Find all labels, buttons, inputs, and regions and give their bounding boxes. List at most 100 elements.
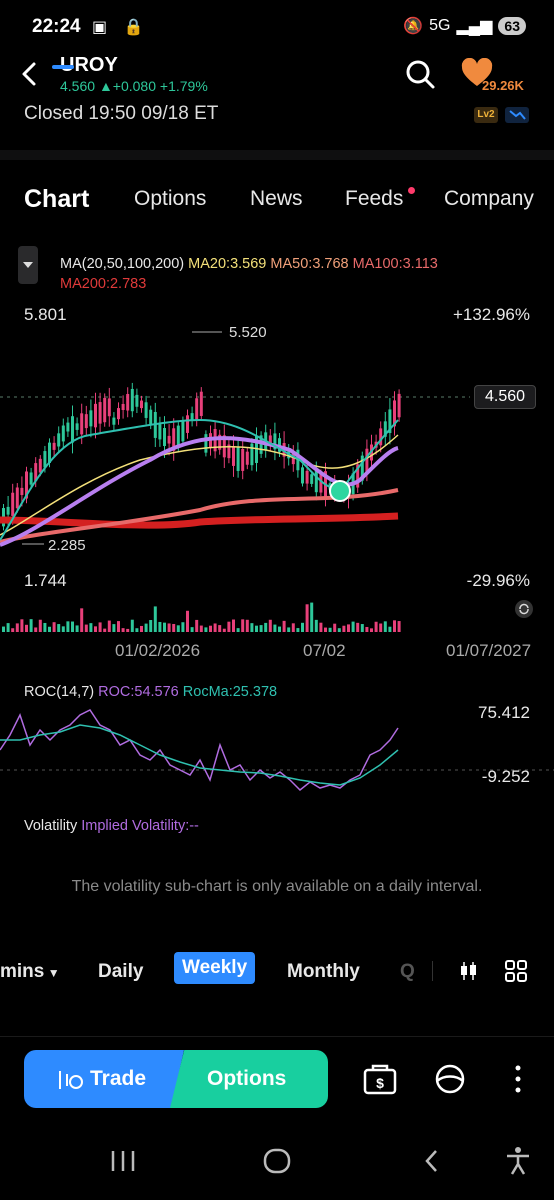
candle [29,472,33,485]
interval-quarterly[interactable]: Q [400,961,415,983]
candle [199,391,203,416]
signal-marker [329,480,351,502]
options-button[interactable]: Options [170,1050,328,1108]
volume-bar [333,623,337,632]
more-vertical-icon[interactable] [510,1062,526,1096]
volume-bar [310,602,314,632]
volume-bar [52,622,56,632]
market-status: Closed 19:50 09/18 ET [24,103,219,124]
candle [310,474,314,484]
volume-bar [29,619,33,632]
volatility-message: The volatility sub-chart is only availab… [71,878,483,895]
ma200-line [0,512,399,529]
candle [57,433,61,447]
tab-news[interactable]: News [250,187,303,211]
rocma-value: RocMa:25.378 [182,684,278,700]
watchlist-button[interactable]: 29.26K [460,57,524,93]
volume-bar [213,623,217,632]
trend-badge-icon[interactable] [505,107,529,123]
candle [89,410,93,427]
candle [84,414,88,429]
divider [0,1036,554,1037]
candle [163,428,166,447]
volume-bar [94,626,97,632]
volume-bar [232,619,235,632]
volume-bar [204,627,208,632]
volume-bar [324,627,327,632]
volume-bar [103,628,107,632]
roc-chart[interactable] [0,700,554,800]
candle [301,467,304,484]
volume-bar [158,621,162,632]
candle [241,448,245,471]
candle [135,394,139,407]
indicator-toggle-button[interactable] [18,246,38,284]
grid-layout-icon[interactable] [504,959,528,983]
interval-daily[interactable]: Daily [98,961,143,983]
volume-bar [209,625,212,632]
level2-badge[interactable]: Lv2 [474,107,498,123]
volume-bar [57,624,61,632]
volume-bar [370,628,373,632]
price-chart[interactable]: 5.520 2.285 [0,320,554,640]
volatility-legend: Volatility Implied Volatility:-- [24,818,199,834]
volume-bar [268,619,272,632]
volume-bar [66,621,70,632]
candle [245,451,249,465]
system-nav-bar [0,1120,554,1200]
volume-bar [388,626,392,632]
tab-options[interactable]: Options [134,187,206,211]
signal-icon: ▂▄▆ [456,18,493,35]
volume-bar [190,627,194,632]
volume-bar [48,626,51,632]
status-right: 🔕 5G ▂▄▆ 63 [403,16,526,36]
planet-icon[interactable] [432,1062,468,1096]
volume-bars [2,602,401,632]
volume-bar [305,604,309,632]
candle [71,416,74,443]
tab-chart[interactable]: Chart [24,185,89,214]
volume-bar [264,622,268,632]
home-icon[interactable] [262,1148,292,1174]
tab-company[interactable]: Company [444,187,534,211]
volume-bar [287,627,291,632]
date-label-1: 01/02/2026 [115,641,201,660]
back-icon[interactable] [16,60,44,88]
nav-back-icon[interactable] [420,1148,444,1174]
tab-feeds[interactable]: Feeds [345,187,403,211]
candle [130,388,134,412]
volume-bar [393,620,396,632]
volume-bar [107,620,111,632]
volume-bar [241,619,245,632]
interval-weekly[interactable]: Weekly [174,952,256,984]
reset-zoom-icon[interactable] [514,599,534,619]
volume-bar [342,625,346,632]
wallet-dollar-icon[interactable]: $ [362,1062,398,1096]
candle [61,425,65,442]
volume-bar [365,626,369,632]
candle [314,469,318,493]
accessibility-icon[interactable] [505,1146,531,1176]
volume-bar [337,628,341,632]
search-icon[interactable] [404,58,436,90]
interval-mins[interactable]: mins ▼ [0,961,60,983]
candle [117,408,120,420]
volume-bar [301,622,304,632]
svg-text:$: $ [376,1075,384,1091]
interval-monthly[interactable]: Monthly [287,961,360,983]
volume-bar [319,622,323,632]
trade-button[interactable]: Trade [24,1050,184,1108]
roc-label: ROC(14,7) [24,684,95,700]
volume-bar [259,625,263,632]
volume-bar [117,621,120,632]
volume-bar [296,628,300,632]
candle [236,447,240,471]
candle [186,415,189,433]
candlestick-icon[interactable] [458,960,478,982]
quote-line: 4.560 ▲+0.080 +1.79% [60,78,208,94]
volume-bar [144,623,148,632]
status-left-icons: ▣ 🔒 [92,19,150,36]
recents-icon[interactable] [108,1148,138,1174]
date-label-3: 01/07/2027 [446,641,532,660]
volume-bar [278,626,281,632]
